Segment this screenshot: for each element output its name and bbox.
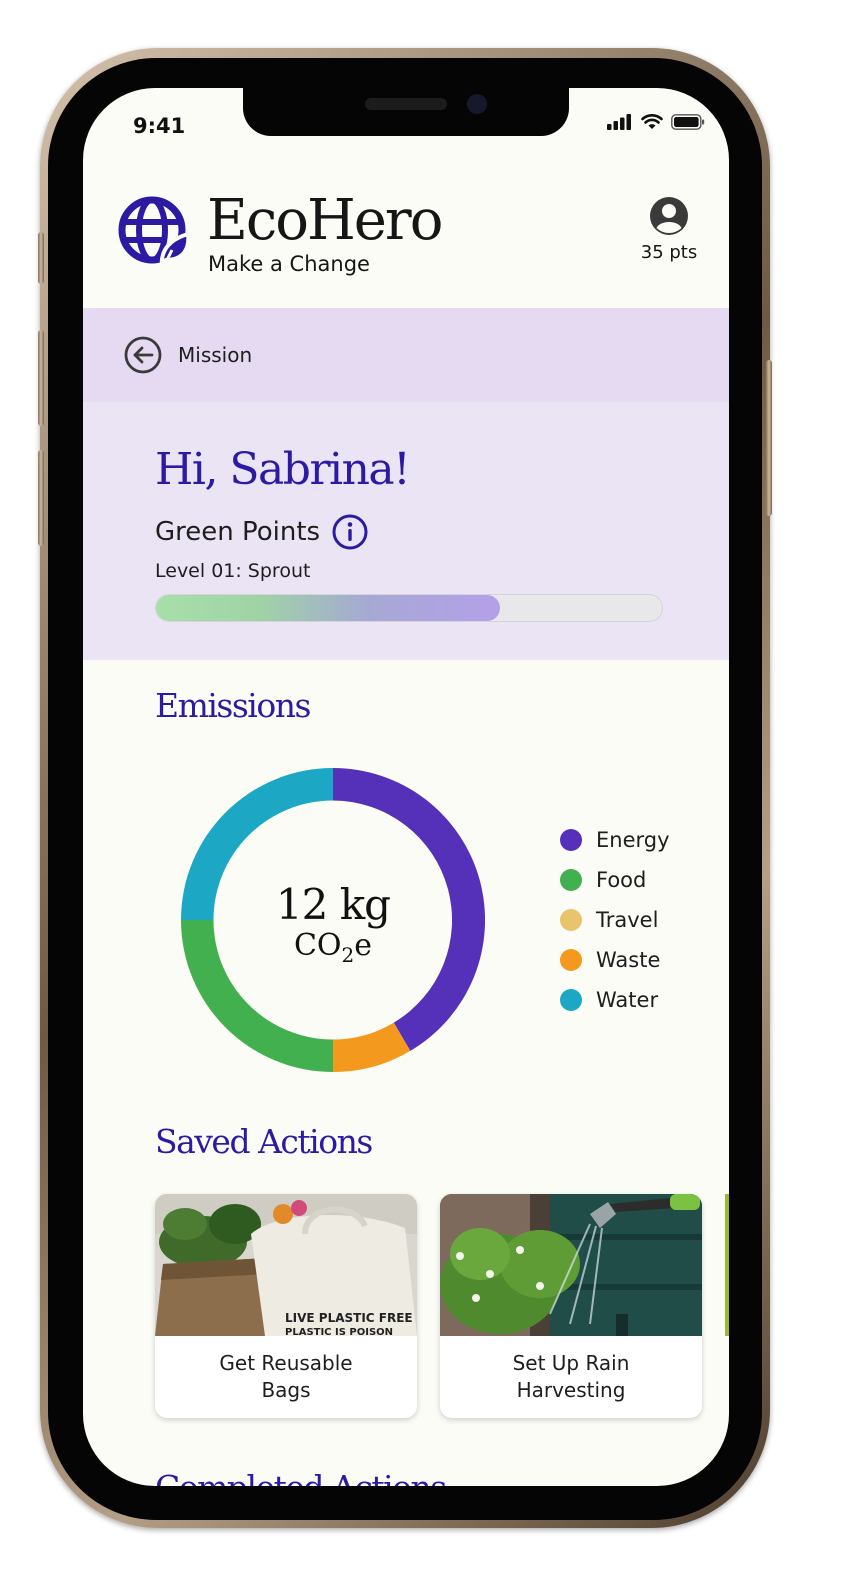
emissions-title: Emissions: [155, 686, 311, 725]
legend-dot: [560, 949, 582, 971]
bag-print-text-2: PLASTIC IS POISON: [285, 1327, 393, 1336]
green-points-label: Green Points: [155, 517, 321, 547]
bag-print-text: LIVE PLASTIC FREE: [285, 1311, 413, 1325]
points-count: 35 pts: [640, 242, 698, 263]
info-icon[interactable]: [332, 514, 368, 550]
legend-item-energy: Energy: [560, 820, 670, 860]
green-points-row: Green Points: [155, 514, 368, 550]
legend-dot: [560, 909, 582, 931]
signal-icon: [607, 114, 631, 130]
app-screen: 9:41 EcoHero Make a Change 35 pts Missio…: [83, 88, 729, 1486]
legend-item-travel: Travel: [560, 900, 670, 940]
mission-bar: Mission: [83, 308, 729, 402]
brand-name: EcoHero: [207, 188, 443, 253]
reusable-bags-image: LIVE PLASTIC FREE PLASTIC IS POISON: [155, 1194, 417, 1336]
level-progress-bar: [155, 594, 663, 622]
profile-button[interactable]: 35 pts: [639, 196, 699, 263]
brand-tagline: Make a Change: [208, 252, 370, 276]
greeting-panel: Hi, Sabrina! Green Points Level 01: Spro…: [83, 402, 729, 660]
level-label: Level 01: Sprout: [155, 560, 311, 582]
globe-leaf-logo-icon[interactable]: [116, 194, 196, 274]
emissions-unit-subscript: 2: [341, 943, 355, 967]
action-card-peek[interactable]: [725, 1194, 729, 1336]
mute-switch: [38, 232, 44, 284]
wifi-icon: [641, 114, 663, 129]
emissions-unit: CO2e: [181, 928, 485, 967]
emissions-unit-main: CO: [293, 928, 342, 963]
legend-item-waste: Waste: [560, 940, 670, 980]
back-arrow-icon[interactable]: [124, 336, 162, 374]
legend-item-water: Water: [560, 980, 670, 1020]
greeting-title: Hi, Sabrina!: [155, 444, 411, 495]
saved-actions-title: Saved Actions: [155, 1122, 373, 1161]
battery-icon: [671, 114, 705, 130]
reusable-bags-illustration: LIVE PLASTIC FREE PLASTIC IS POISON: [155, 1194, 417, 1336]
rain-harvesting-illustration: [440, 1194, 702, 1336]
completed-actions-title: Completed Actions: [155, 1468, 447, 1486]
action-card-reusable-bags[interactable]: LIVE PLASTIC FREE PLASTIC IS POISON Get …: [155, 1194, 417, 1418]
legend-dot: [560, 869, 582, 891]
emissions-unit-tail: e: [354, 928, 373, 963]
app-header: EcoHero Make a Change 35 pts: [83, 188, 729, 308]
rain-harvesting-image: [440, 1194, 702, 1336]
volume-down-button: [38, 450, 44, 546]
front-camera: [467, 94, 487, 114]
legend-label: Travel: [596, 908, 659, 932]
notch: [243, 88, 569, 136]
legend-label: Food: [596, 868, 647, 892]
action-card-label: Set Up Rain Harvesting: [512, 1351, 630, 1402]
user-avatar-icon[interactable]: [649, 196, 689, 236]
legend-label: Energy: [596, 828, 670, 852]
legend-item-food: Food: [560, 860, 670, 900]
emissions-legend: Energy Food Travel Waste Water: [560, 820, 670, 1020]
level-progress-fill: [156, 595, 501, 621]
power-button: [766, 360, 772, 516]
speaker-grille: [365, 98, 447, 110]
legend-dot: [560, 989, 582, 1011]
legend-dot: [560, 829, 582, 851]
status-time: 9:41: [133, 114, 186, 138]
action-card-rain-harvesting[interactable]: Set Up Rain Harvesting: [440, 1194, 702, 1418]
mission-label[interactable]: Mission: [178, 343, 252, 367]
action-card-label: Get Reusable Bags: [219, 1351, 353, 1402]
volume-up-button: [38, 330, 44, 426]
legend-label: Water: [596, 988, 659, 1012]
emissions-total-value: 12 kg: [275, 880, 391, 929]
legend-label: Waste: [596, 948, 661, 972]
status-icons: [607, 114, 705, 130]
